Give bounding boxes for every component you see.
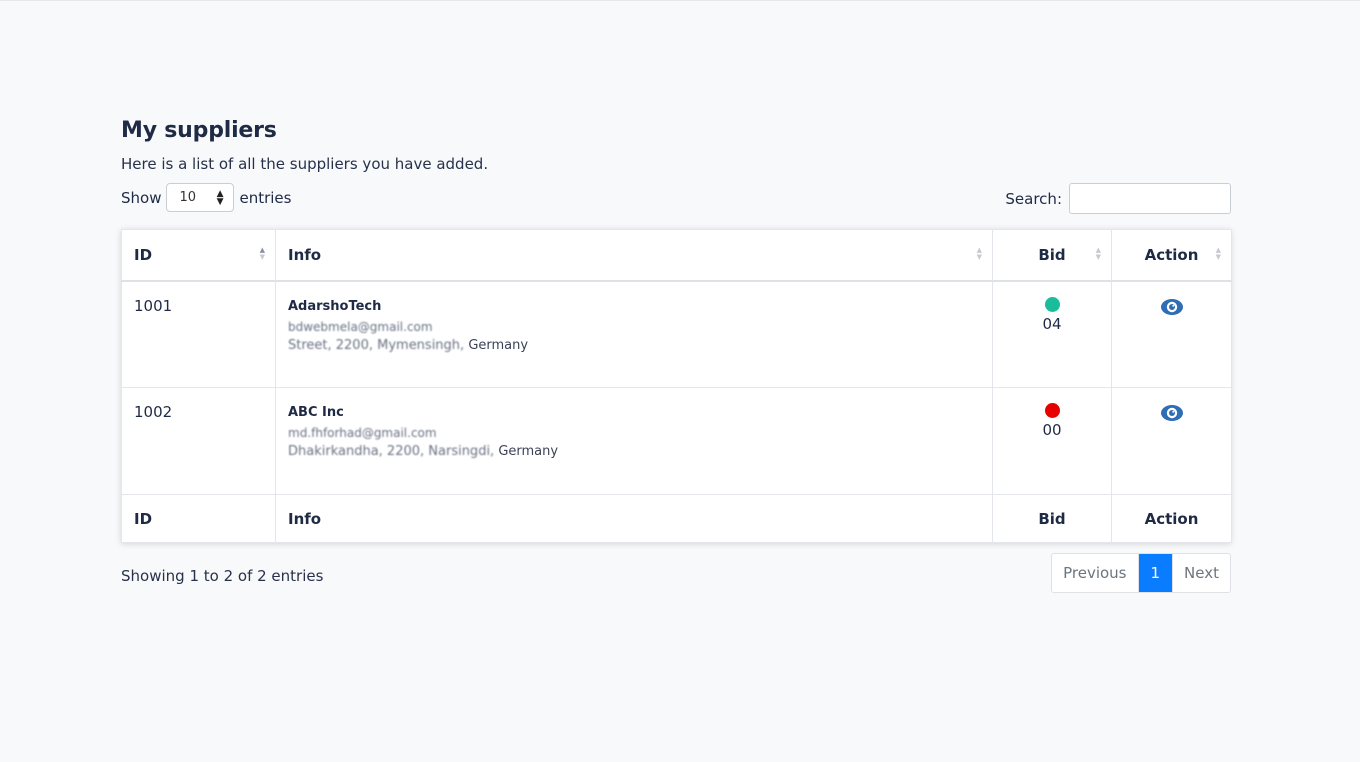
- eye-icon[interactable]: [1160, 403, 1184, 427]
- search-control: Search:: [1005, 183, 1231, 214]
- next-button[interactable]: Next: [1173, 554, 1230, 592]
- entries-select[interactable]: 10 ▲ ▼: [166, 183, 235, 212]
- supplier-action: [1111, 387, 1232, 495]
- sort-asc-icon: ▲ ▼: [259, 246, 265, 261]
- bid-status-dot: [1044, 296, 1060, 312]
- supplier-bid: 00: [992, 387, 1112, 495]
- column-header-bid[interactable]: Bid ▲ ▼: [992, 229, 1112, 282]
- previous-button[interactable]: Previous: [1052, 554, 1139, 592]
- table-row: 1002 ABC Inc md.fhforhad@gmail.com Dhaki…: [121, 387, 1232, 495]
- supplier-address: Dhakirkandha, 2200, Narsingdi, Germany: [288, 444, 559, 459]
- select-caret-icon: ▲ ▼: [216, 188, 224, 207]
- table-row: 1001 AdarshoTech bdwebmela@gmail.com Str…: [121, 280, 1232, 388]
- supplier-bid: 04: [992, 280, 1112, 388]
- supplier-info: AdarshoTech bdwebmela@gmail.com Street, …: [275, 280, 993, 388]
- table-controls: Show 10 ▲ ▼ entries Search:: [121, 183, 1231, 229]
- column-header-action[interactable]: Action ▲ ▼: [1111, 229, 1232, 282]
- page-title: My suppliers: [121, 118, 277, 143]
- supplier-email: bdwebmela@gmail.com: [288, 319, 433, 334]
- entries-length-control: Show 10 ▲ ▼ entries: [121, 183, 291, 212]
- bid-status-dot: [1044, 403, 1060, 418]
- column-header-info[interactable]: Info ▲ ▼: [275, 229, 993, 282]
- supplier-id: 1001: [121, 280, 276, 388]
- page-1-button[interactable]: 1: [1138, 554, 1174, 592]
- page-subtitle: Here is a list of all the suppliers you …: [121, 155, 489, 173]
- supplier-address: Street, 2200, Mymensingh, Germany: [288, 337, 529, 353]
- table-footer-row: ID Info Bid Action: [121, 494, 1232, 543]
- supplier-name: ABC Inc: [288, 405, 344, 420]
- supplier-email: md.fhforhad@gmail.com: [288, 426, 437, 440]
- entries-select-value: 10: [179, 190, 197, 205]
- suppliers-section: My suppliers Here is a list of all the s…: [121, 118, 1232, 593]
- pagination: Previous 1 Next: [1051, 553, 1231, 593]
- entries-label: entries: [239, 188, 292, 207]
- show-label: Show: [121, 188, 162, 207]
- footer-header-id: ID: [121, 494, 276, 543]
- table-header-row: ID ▲ ▼ Info ▲ ▼ Bid ▲ ▼ Action ▲ ▼: [121, 229, 1232, 282]
- supplier-id: 1002: [121, 387, 276, 495]
- sort-icon: ▲ ▼: [976, 246, 982, 261]
- table-footer: Showing 1 to 2 of 2 entries Previous 1 N…: [121, 553, 1231, 593]
- supplier-info: ABC Inc md.fhforhad@gmail.com Dhakirkand…: [275, 387, 993, 495]
- bid-count: 00: [1042, 421, 1062, 439]
- entries-info: Showing 1 to 2 of 2 entries: [121, 567, 324, 585]
- sort-icon: ▲ ▼: [1215, 246, 1221, 261]
- footer-header-bid: Bid: [992, 494, 1112, 543]
- bid-count: 04: [1042, 314, 1062, 333]
- top-divider: [0, 0, 1360, 1]
- footer-header-action: Action: [1111, 494, 1232, 543]
- supplier-action: [1111, 280, 1232, 388]
- search-input[interactable]: [1069, 183, 1231, 214]
- column-header-id[interactable]: ID ▲ ▼: [121, 229, 276, 282]
- eye-icon[interactable]: [1160, 297, 1184, 321]
- supplier-name: AdarshoTech: [288, 298, 382, 314]
- suppliers-table: ID ▲ ▼ Info ▲ ▼ Bid ▲ ▼ Action ▲ ▼ 1001 …: [121, 229, 1232, 543]
- footer-header-info: Info: [275, 494, 993, 543]
- suppliers-table-card: ID ▲ ▼ Info ▲ ▼ Bid ▲ ▼ Action ▲ ▼ 1001 …: [121, 229, 1232, 543]
- search-label: Search:: [1005, 189, 1062, 208]
- sort-icon: ▲ ▼: [1095, 246, 1101, 261]
